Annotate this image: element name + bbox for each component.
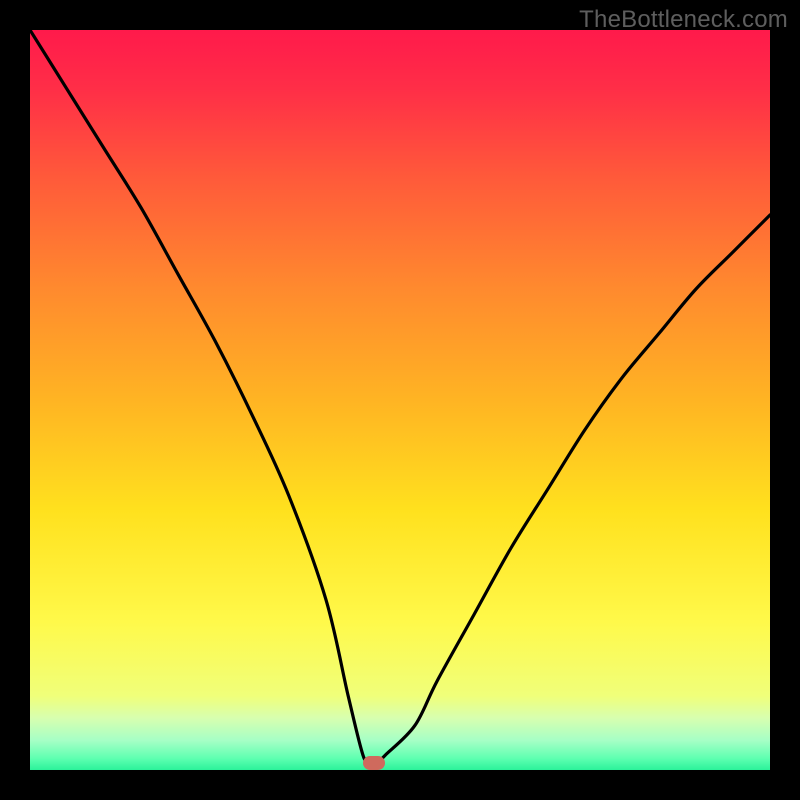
chart-frame: TheBottleneck.com [0, 0, 800, 800]
bottleneck-chart [30, 30, 770, 770]
optimum-marker [363, 756, 385, 770]
gradient-background [30, 30, 770, 770]
